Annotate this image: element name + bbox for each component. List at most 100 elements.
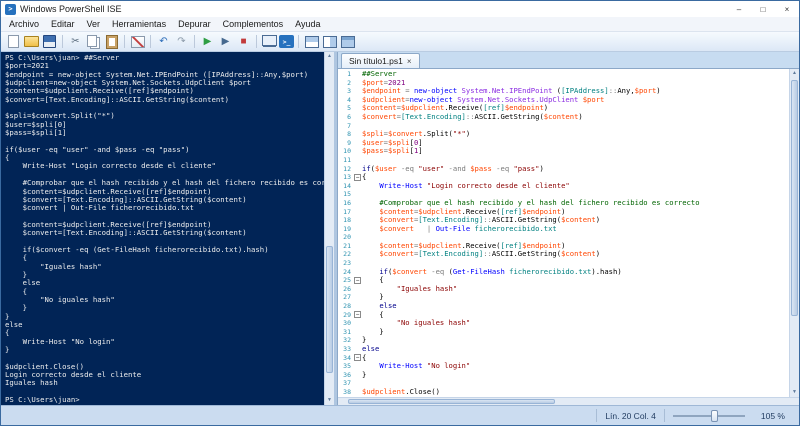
tab-close-icon[interactable]: × bbox=[407, 57, 412, 66]
fold-toggle-icon[interactable]: − bbox=[354, 354, 361, 362]
editor-vscrollbar[interactable]: ▲ ▼ bbox=[789, 69, 799, 397]
code-text: Write-Host "Login correcto desde el clie… bbox=[379, 181, 570, 190]
scroll-up-icon[interactable]: ▲ bbox=[325, 52, 334, 61]
editor-line[interactable]: 7 bbox=[338, 122, 799, 131]
editor-line[interactable]: 31 } bbox=[338, 328, 799, 337]
minimize-button[interactable]: – bbox=[727, 1, 751, 17]
scrollbar-thumb[interactable] bbox=[791, 80, 798, 317]
editor-line[interactable]: 8 $spli=$convert.Split("*") bbox=[338, 130, 799, 139]
remote-tab-icon[interactable] bbox=[261, 34, 278, 50]
editor-line[interactable]: 26 "Iguales hash" bbox=[338, 285, 799, 294]
editor-line[interactable]: 32} bbox=[338, 336, 799, 345]
editor-line[interactable]: 3 $endpoint = new-object System.Net.IPEnd… bbox=[338, 87, 799, 96]
file-tab[interactable]: Sin título1.ps1 × bbox=[341, 53, 420, 68]
editor-line[interactable]: 20 bbox=[338, 233, 799, 242]
menu-item-ayuda[interactable]: Ayuda bbox=[289, 17, 326, 32]
editor-line[interactable]: 34−{ bbox=[338, 354, 799, 363]
close-button[interactable]: × bbox=[775, 1, 799, 17]
menu-item-depurar[interactable]: Depurar bbox=[172, 17, 217, 32]
menu-item-ver[interactable]: Ver bbox=[81, 17, 107, 32]
menu-item-complementos[interactable]: Complementos bbox=[217, 17, 290, 32]
new-script-icon[interactable] bbox=[5, 34, 22, 50]
powershell-icon[interactable]: >_ bbox=[279, 35, 294, 48]
run-script-icon[interactable]: ▶ bbox=[199, 34, 216, 50]
fold-toggle-icon bbox=[353, 250, 362, 259]
paste-icon[interactable] bbox=[103, 34, 120, 50]
stop-icon[interactable]: ■ bbox=[235, 34, 252, 50]
line-number: 23 bbox=[343, 259, 351, 268]
clear-console-icon[interactable] bbox=[129, 34, 146, 50]
editor-line[interactable]: 2 $port=2021 bbox=[338, 79, 799, 88]
pane-top-icon[interactable] bbox=[303, 34, 320, 50]
open-script-icon[interactable] bbox=[23, 34, 40, 50]
undo-icon[interactable]: ↶ bbox=[155, 34, 172, 50]
editor-line[interactable]: 35 Write-Host "No login" bbox=[338, 362, 799, 371]
console-line: if($convert -eq (Get-FileHash ficherorec… bbox=[5, 244, 269, 254]
pane-max-icon[interactable] bbox=[339, 34, 356, 50]
editor-line[interactable]: 16 #Comprobar que el hash recibido y el … bbox=[338, 199, 799, 208]
editor-line[interactable]: 11 bbox=[338, 156, 799, 165]
scrollbar-thumb[interactable] bbox=[326, 246, 333, 374]
line-number: 1 bbox=[347, 70, 351, 78]
editor-line[interactable]: 5 $content=$udpclient.Receive([ref]$endpo… bbox=[338, 104, 799, 113]
zoom-slider-thumb[interactable] bbox=[710, 409, 718, 422]
fold-toggle-icon[interactable]: − bbox=[354, 277, 361, 285]
editor-line[interactable]: 6 $convert=[Text.Encoding]::ASCII.GetStri… bbox=[338, 113, 799, 122]
copy-icon[interactable] bbox=[85, 34, 102, 50]
editor-line[interactable]: 15 bbox=[338, 190, 799, 199]
menu-item-herramientas[interactable]: Herramientas bbox=[106, 17, 172, 32]
scroll-down-icon[interactable]: ▼ bbox=[325, 396, 334, 405]
editor-line[interactable]: 12 if($user -eq "user" -and $pass -eq "pa… bbox=[338, 165, 799, 174]
run-selection-icon[interactable]: ▶ bbox=[217, 34, 234, 50]
statusbar-separator bbox=[596, 409, 598, 422]
editor-line[interactable]: 21 $content=$udpclient.Receive([ref]$end… bbox=[338, 242, 799, 251]
editor-line[interactable]: 18 $convert=[Text.Encoding]::ASCII.GetSt… bbox=[338, 216, 799, 225]
editor-line[interactable]: 14 Write-Host "Login correcto desde el c… bbox=[338, 182, 799, 191]
save-script-icon[interactable] bbox=[41, 34, 58, 50]
line-number: 36 bbox=[343, 370, 351, 379]
zoom-slider-track bbox=[672, 414, 745, 417]
console-output[interactable]: PS C:\Users\juan> ##Server $port=2021 $end… bbox=[1, 52, 334, 405]
code-text: if($convert -eq (Get-FileHash ficherorec… bbox=[379, 267, 622, 276]
editor-line[interactable]: 1 ##Server bbox=[338, 70, 799, 79]
scroll-down-icon[interactable]: ▼ bbox=[790, 388, 799, 397]
console-scrollbar[interactable]: ▲ ▼ bbox=[324, 52, 334, 405]
editor-hscrollbar[interactable] bbox=[338, 397, 799, 405]
editor-line[interactable]: 23 bbox=[338, 259, 799, 268]
editor-line[interactable]: 17 $content=$udpclient.Receive([ref]$end… bbox=[338, 208, 799, 217]
line-number: 16 bbox=[343, 198, 351, 207]
scrollbar-thumb[interactable] bbox=[348, 399, 556, 404]
fold-toggle-icon[interactable]: − bbox=[354, 173, 361, 181]
editor-line[interactable]: 33 else bbox=[338, 345, 799, 354]
line-number: 33 bbox=[343, 345, 351, 353]
editor-line[interactable]: 28 else bbox=[338, 302, 799, 311]
cut-icon[interactable]: ✂ bbox=[67, 34, 84, 50]
console-pane[interactable]: PS C:\Users\juan> ##Server $port=2021 $end… bbox=[1, 52, 334, 405]
redo-icon[interactable]: ↷ bbox=[173, 34, 190, 50]
maximize-button[interactable]: □ bbox=[751, 1, 775, 17]
fold-toggle-icon[interactable]: − bbox=[354, 311, 361, 319]
line-number: 30 bbox=[343, 319, 351, 328]
editor-line[interactable]: 24 if($convert -eq (Get-FileHash fichero… bbox=[338, 268, 799, 277]
editor-lines[interactable]: 1 ##Server 2 $port=2021 3 $endpoint = new-obj… bbox=[338, 69, 799, 397]
editor-line[interactable]: 19 $convert | Out-File ficherorecibido.t… bbox=[338, 225, 799, 234]
code-text: $port=2021 bbox=[362, 78, 406, 87]
editor-line[interactable]: 22 $convert=[Text.Encoding]::ASCII.GetSt… bbox=[338, 250, 799, 259]
editor-line[interactable]: 25− { bbox=[338, 276, 799, 285]
editor-line[interactable]: 27 } bbox=[338, 293, 799, 302]
scroll-up-icon[interactable]: ▲ bbox=[790, 69, 799, 78]
menu-item-editar[interactable]: Editar bbox=[45, 17, 81, 32]
editor-line[interactable]: 30 "No iguales hash" bbox=[338, 319, 799, 328]
editor-line[interactable]: 38 $udpclient.Close() bbox=[338, 388, 799, 397]
fold-toggle-icon bbox=[353, 379, 362, 388]
editor-line[interactable]: 13−{ bbox=[338, 173, 799, 182]
editor-line[interactable]: 4 $udpclient=new-object System.Net.Socket… bbox=[338, 96, 799, 105]
editor-line[interactable]: 36} bbox=[338, 371, 799, 380]
editor-line[interactable]: 10 $pass=$spli[1] bbox=[338, 147, 799, 156]
menu-item-archivo[interactable]: Archivo bbox=[3, 17, 45, 32]
editor-line[interactable]: 37 bbox=[338, 379, 799, 388]
zoom-slider[interactable] bbox=[672, 409, 745, 423]
editor-line[interactable]: 29− { bbox=[338, 311, 799, 320]
pane-right-icon[interactable] bbox=[321, 34, 338, 50]
editor-line[interactable]: 9 $user=$spli[0] bbox=[338, 139, 799, 148]
